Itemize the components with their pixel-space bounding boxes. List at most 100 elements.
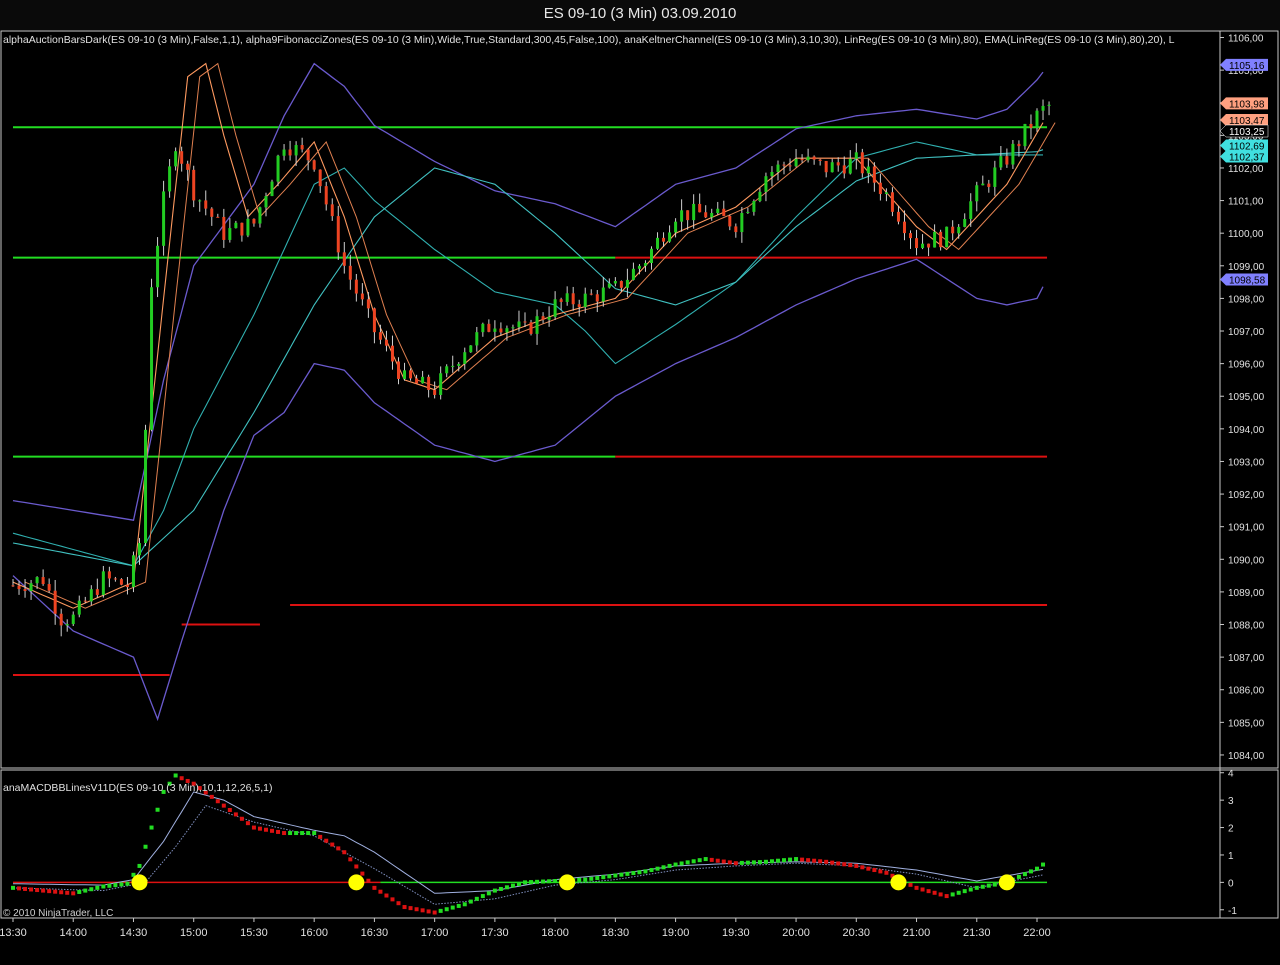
candle-body: [168, 166, 172, 192]
linreg-smoothed-line: [24, 62, 1056, 609]
macd-dot: [908, 882, 913, 887]
candle-body: [824, 160, 828, 173]
candle-body: [493, 328, 497, 332]
macd-dot: [209, 794, 214, 799]
macd-dot: [848, 863, 853, 868]
candle-body: [1029, 123, 1033, 128]
candle-body: [963, 218, 967, 227]
candle-body: [674, 221, 678, 233]
candle-body: [276, 155, 280, 182]
price-tick-label: 1084,00: [1228, 751, 1265, 762]
candle-body: [246, 218, 250, 236]
macd-dot: [625, 871, 630, 876]
macd-dot: [854, 863, 859, 868]
macd-dot: [649, 868, 654, 873]
macd-dot: [342, 850, 347, 855]
candle-body: [23, 589, 27, 592]
candle-body: [77, 600, 81, 615]
candle-body: [306, 149, 310, 161]
candle-body: [909, 233, 913, 239]
candle-body: [150, 287, 154, 430]
macd-dot: [884, 870, 889, 875]
candle-body: [728, 215, 732, 227]
macd-cross-marker: [998, 874, 1015, 891]
candle-body: [228, 228, 232, 240]
candle-body: [583, 293, 587, 308]
macd-dot: [396, 901, 401, 906]
candle-body: [933, 231, 937, 248]
candle-body: [866, 166, 870, 174]
price-label-text: 1103,98: [1229, 99, 1265, 110]
macd-dot: [53, 889, 58, 894]
price-label-text: 1105,16: [1229, 61, 1265, 72]
candle-body: [192, 169, 196, 201]
macd-dot: [523, 880, 527, 885]
macd-dot: [968, 887, 973, 892]
candle-body: [119, 579, 123, 585]
candle-body: [439, 373, 443, 395]
macd-dot: [101, 884, 106, 889]
macd-dot: [245, 821, 250, 826]
macd-dot: [806, 858, 811, 863]
price-chart[interactable]: 1106,001105,001104,001103,001102,001101,…: [0, 0, 1280, 965]
candle-body: [529, 322, 533, 334]
candle-body: [354, 279, 358, 294]
candle-body: [818, 159, 822, 161]
macd-dot: [354, 864, 359, 869]
candle-body: [463, 352, 467, 364]
macd-dot: [739, 860, 744, 865]
macd-dot: [71, 891, 76, 896]
candle-body: [29, 583, 33, 592]
candle-body: [360, 293, 364, 300]
macd-dot: [860, 865, 865, 870]
candle-body: [764, 176, 768, 192]
macd-dot: [119, 882, 124, 887]
macd-dot: [691, 859, 696, 864]
macd-dot: [541, 879, 546, 884]
macd-dot: [974, 885, 979, 890]
macd-dot: [757, 860, 762, 865]
candle-body: [535, 316, 539, 334]
candle-body: [216, 216, 220, 218]
macd-dot: [149, 825, 154, 830]
macd-dot: [655, 866, 660, 871]
candle-body: [499, 328, 503, 333]
macd-dot: [221, 803, 226, 808]
candle-body: [71, 614, 75, 625]
candle-body: [113, 578, 117, 580]
macd-dot: [944, 894, 949, 899]
macd-tick-label: -1: [1228, 906, 1237, 917]
candle-body: [643, 263, 647, 266]
candle-body: [131, 555, 135, 588]
candle-body: [613, 281, 617, 284]
macd-dot: [583, 877, 588, 882]
price-tick-label: 1094,00: [1228, 425, 1265, 436]
macd-dot: [818, 859, 823, 864]
macd-dot: [239, 816, 244, 821]
macd-dot: [812, 858, 817, 863]
candle-body: [511, 327, 515, 329]
time-tick-label: 14:30: [120, 927, 148, 939]
time-tick-label: 16:30: [361, 927, 389, 939]
macd-dot: [336, 846, 341, 851]
price-label-text: 1102,37: [1229, 152, 1265, 163]
candle-body: [421, 376, 425, 384]
macd-dot: [251, 825, 256, 830]
candle-body: [397, 361, 401, 379]
ema-line: [12, 149, 1044, 567]
macd-dot: [77, 889, 82, 894]
macd-dot: [872, 868, 877, 873]
macd-dot: [715, 858, 720, 863]
candle-body: [427, 376, 431, 390]
macd-dot: [348, 857, 353, 862]
macd-dot: [330, 842, 335, 847]
candle-body: [180, 151, 184, 164]
macd-dot: [65, 890, 70, 895]
candle-body: [698, 203, 702, 213]
candle-body: [330, 204, 334, 217]
macd-dot: [577, 877, 582, 882]
candle-body: [680, 210, 684, 222]
candle-body: [144, 429, 148, 544]
macd-dot: [529, 880, 534, 885]
candle-body: [969, 201, 973, 219]
